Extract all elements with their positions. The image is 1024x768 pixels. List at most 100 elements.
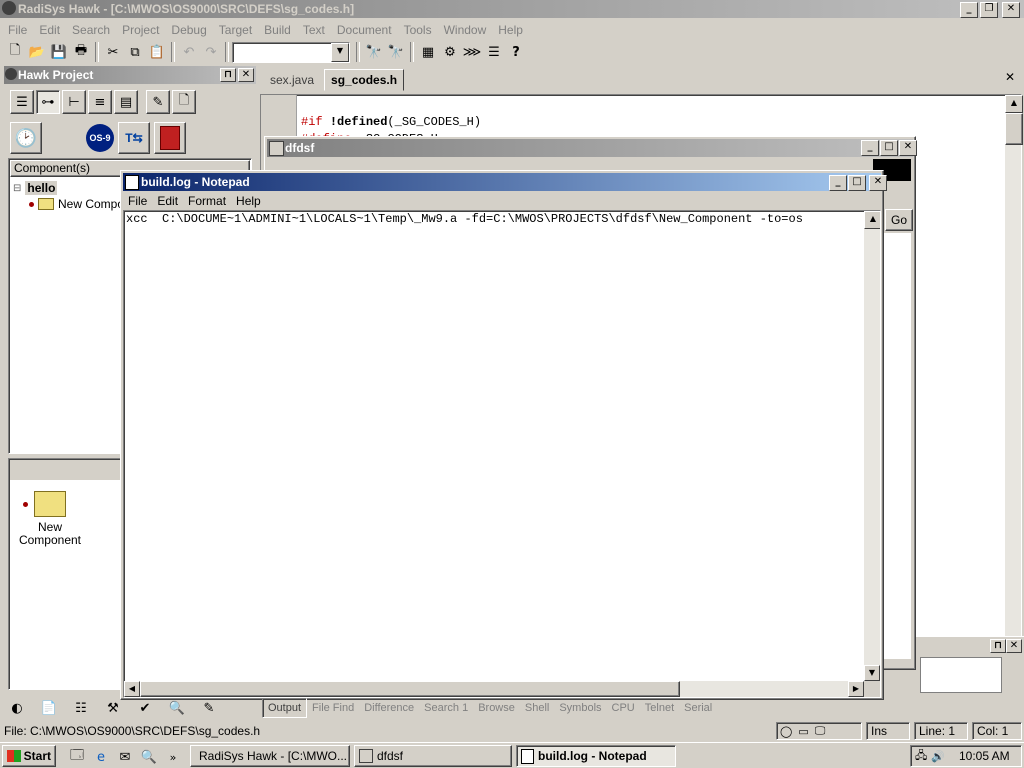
view-grid-icon[interactable]: ▤ [114,90,138,114]
notepad-menu-file[interactable]: File [123,194,152,208]
close-icon[interactable]: ✕ [1002,2,1020,18]
scroll-right-icon[interactable]: ▶ [848,681,864,697]
tab-sg-codes-h[interactable]: sg_codes.h [324,69,405,91]
menu-file[interactable]: File [2,23,33,37]
edit-props-icon[interactable]: ✎ [146,90,170,114]
tree-child-node[interactable]: New Compo [29,197,124,211]
maximize-icon[interactable]: □ [880,140,898,156]
view-hierarchy-icon[interactable]: ⊢ [62,90,86,114]
tree-root-node[interactable]: ⊟ hello [13,181,58,195]
explorer-icon[interactable]: 🔍 [138,746,160,768]
restore-icon[interactable]: ❐ [980,2,998,18]
cut-icon[interactable]: ✂ [102,41,124,63]
scroll-left-icon[interactable]: ◀ [124,681,140,697]
ie-icon[interactable]: e [90,746,112,768]
tab-symbols[interactable]: Symbols [554,699,606,717]
dfdsf-title-bar[interactable]: dfdsf [267,139,913,157]
menu-debug[interactable]: Debug [165,23,212,37]
tab-shell[interactable]: Shell [520,699,554,717]
files-tab-icon[interactable]: 📄 [38,697,60,719]
minimize-icon[interactable]: _ [829,175,847,191]
pin-icon[interactable]: ⊓ [990,639,1006,653]
component-item[interactable]: New Component [15,491,85,547]
hawk-tab-icon[interactable]: ◐ [6,697,28,719]
tab-sex-java[interactable]: sex.java [260,73,324,87]
panel-close-icon[interactable]: ✕ [1006,639,1022,653]
menu-target[interactable]: Target [213,23,258,37]
new-doc-icon[interactable]: 🗋 [172,90,196,114]
outlook-icon[interactable]: ✉ [114,746,136,768]
notepad-title-bar[interactable]: build.log - Notepad [123,173,881,191]
minimize-icon[interactable]: _ [861,140,879,156]
dfdsf-go-button[interactable]: Go [885,209,913,231]
more-icon[interactable]: » [162,746,184,768]
panel-close-icon[interactable]: ✕ [238,68,254,82]
scroll-down-icon[interactable]: ▼ [864,665,880,681]
toolbar-combo[interactable]: ▼ [232,41,350,63]
list-tab-icon[interactable]: ☷ [70,697,92,719]
size-grip[interactable] [864,681,880,697]
notepad-vscrollbar[interactable]: ▲ ▼ [864,211,880,681]
taskbar-dfdsf[interactable]: dfdsf [354,745,512,767]
help-icon[interactable]: ? [505,41,527,63]
close-icon[interactable]: ✕ [869,175,887,191]
notepad-text-area[interactable]: xcc C:\DOCUME~1\ADMINI~1\LOCALS~1\Temp\_… [123,210,881,698]
tab-cpu[interactable]: CPU [607,699,640,717]
tab-browse[interactable]: Browse [473,699,520,717]
tools-tab-icon[interactable]: ⚒ [102,697,124,719]
close-icon[interactable]: ✕ [899,140,917,156]
desktop-icon[interactable]: 🗔 [66,746,88,768]
book-icon[interactable] [154,122,186,154]
tab-file-find[interactable]: File Find [307,699,359,717]
tab-search-1[interactable]: Search 1 [419,699,473,717]
notepad-menu-format[interactable]: Format [183,194,231,208]
find-icon[interactable]: 🔭 [363,41,385,63]
scroll-up-icon[interactable]: ▲ [1005,95,1023,113]
tab-telnet[interactable]: Telnet [640,699,679,717]
waveform-icon[interactable]: T⇆ [118,122,150,154]
undo-icon[interactable]: ↶ [178,41,200,63]
taskbar-hawk[interactable]: RadiSys Hawk - [C:\MWO... [190,745,350,767]
menu-text[interactable]: Text [297,23,331,37]
compile-icon[interactable]: ⚙ [439,41,461,63]
taskbar-notepad[interactable]: build.log - Notepad [516,745,676,767]
project-panel-title[interactable]: Hawk Project [4,66,256,84]
network-icon[interactable]: 🖧 [915,747,927,766]
editor-vscrollbar[interactable]: ▲ ▼ [1005,95,1023,669]
view-details-icon[interactable]: ≡ [88,90,112,114]
edit-tab-icon[interactable]: ✎ [198,697,220,719]
menu-help[interactable]: Help [492,23,529,37]
clock-text[interactable]: 10:05 AM [959,749,1010,763]
main-title-bar[interactable]: RadiSys Hawk - [C:\MWOS\OS9000\SRC\DEFS\… [0,0,1024,18]
maximize-icon[interactable]: □ [848,175,866,191]
menu-project[interactable]: Project [116,23,165,37]
new-file-icon[interactable]: 🗋 [4,41,26,63]
clock-icon[interactable]: 🕑 [10,122,42,154]
menu-build[interactable]: Build [258,23,297,37]
tab-difference[interactable]: Difference [359,699,419,717]
sort-icon[interactable]: ☰ [483,41,505,63]
find-replace-icon[interactable]: 🔭 [385,41,407,63]
copy-icon[interactable]: ⧉ [124,41,146,63]
check-tab-icon[interactable]: ✔ [134,697,156,719]
start-button[interactable]: Start [2,745,56,767]
search-tab-icon[interactable]: 🔍 [166,697,188,719]
notepad-menu-edit[interactable]: Edit [152,194,183,208]
pin-icon[interactable]: ⊓ [220,68,236,82]
minimize-icon[interactable]: _ [960,2,978,18]
menu-tools[interactable]: Tools [398,23,438,37]
hscroll-thumb[interactable] [140,681,680,697]
editor-close-icon[interactable]: ✕ [1002,71,1018,85]
redo-icon[interactable]: ↷ [200,41,222,63]
view-list-icon[interactable]: ☰ [10,90,34,114]
volume-icon[interactable]: 🔊 [931,750,945,763]
print-icon[interactable]: 🖶 [70,41,92,63]
scroll-thumb[interactable] [1005,113,1023,145]
chevron-down-icon[interactable]: ▼ [331,42,349,62]
save-icon[interactable]: 💾 [48,41,70,63]
open-folder-icon[interactable]: 📂 [26,41,48,63]
menu-search[interactable]: Search [66,23,116,37]
rebuild-icon[interactable]: ⋙ [461,41,483,63]
build-icon[interactable]: ▦ [417,41,439,63]
notepad-menu-help[interactable]: Help [231,194,266,208]
